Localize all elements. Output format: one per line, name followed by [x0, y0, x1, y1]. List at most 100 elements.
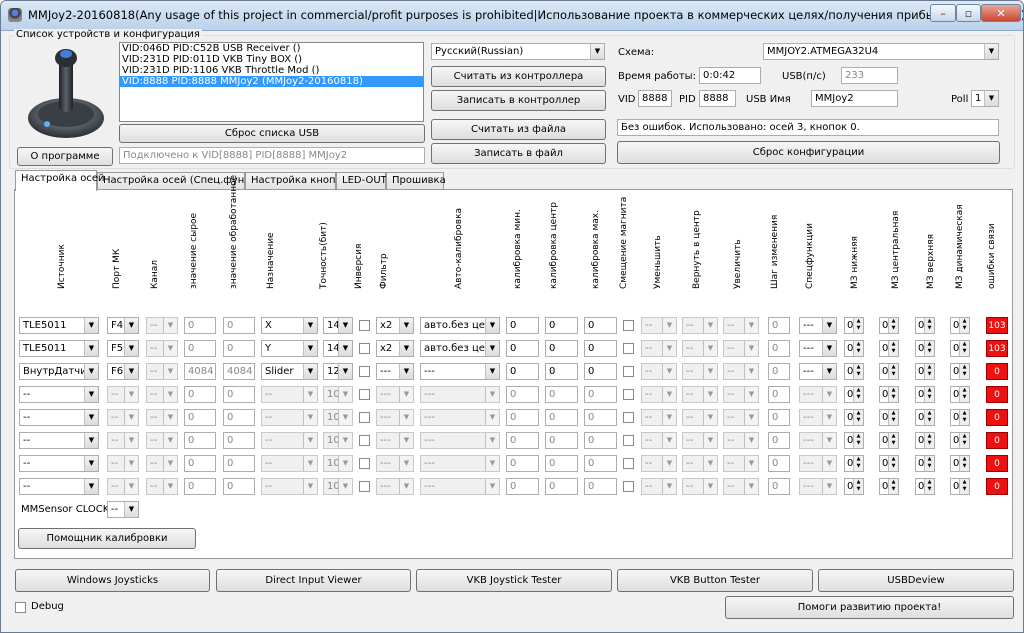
increase-select[interactable]: -- ▼: [723, 340, 759, 357]
port-select[interactable]: -- ▼: [107, 386, 139, 403]
cal-min-field[interactable]: 0: [506, 409, 539, 426]
bits-select[interactable]: 10 ▼: [323, 386, 353, 403]
about-button[interactable]: О программе: [17, 147, 113, 166]
filter-select[interactable]: --- ▼: [376, 409, 414, 426]
raw-value-field[interactable]: 0: [184, 455, 216, 472]
spinner-arrows-icon[interactable]: ▲ ▼: [888, 387, 898, 402]
step-field[interactable]: 0: [768, 478, 790, 495]
port-select[interactable]: -- ▼: [107, 409, 139, 426]
spec-function-select[interactable]: --- ▼: [799, 386, 837, 403]
raw-value-field[interactable]: 4084: [184, 363, 216, 380]
cal-min-field[interactable]: 0: [506, 432, 539, 449]
spinner-arrows-icon[interactable]: ▲ ▼: [853, 318, 863, 333]
channel-select[interactable]: -- ▼: [146, 386, 178, 403]
close-button[interactable]: ✕: [981, 4, 1021, 22]
spinner-arrows-icon[interactable]: ▲ ▼: [888, 410, 898, 425]
reset-usb-list-button[interactable]: Сброс списка USB: [119, 124, 425, 143]
source-select[interactable]: TLE5011 ▼: [19, 317, 99, 334]
source-select[interactable]: ВнутрДатчик ▼: [19, 363, 99, 380]
support-project-button[interactable]: Помоги развитию проекта!: [725, 596, 1014, 619]
deadzone-upper-spinner[interactable]: 0 ▲ ▼: [915, 455, 935, 472]
reduce-select[interactable]: -- ▼: [641, 409, 677, 426]
device-list-item[interactable]: VID:231D PID:1106 VKB Throttle Mod (): [120, 65, 423, 76]
cal-max-field[interactable]: 0: [584, 363, 617, 380]
source-select[interactable]: -- ▼: [19, 386, 99, 403]
center-select[interactable]: -- ▼: [682, 317, 718, 334]
spinner-arrows-icon[interactable]: ▲ ▼: [924, 410, 934, 425]
step-field[interactable]: 0: [768, 317, 790, 334]
deadzone-center-spinner[interactable]: 0 ▲ ▼: [879, 478, 899, 495]
magnet-offset-checkbox[interactable]: [623, 343, 634, 354]
port-select[interactable]: F6 ▼: [107, 363, 139, 380]
cal-max-field[interactable]: 0: [584, 317, 617, 334]
cal-min-field[interactable]: 0: [506, 386, 539, 403]
port-select[interactable]: -- ▼: [107, 432, 139, 449]
usbdeview-button[interactable]: USBDeview: [818, 569, 1014, 592]
increase-select[interactable]: -- ▼: [723, 478, 759, 495]
spinner-arrows-icon[interactable]: ▲ ▼: [924, 387, 934, 402]
invert-checkbox[interactable]: [359, 389, 370, 400]
vkb-button-tester-button[interactable]: VKB Button Tester: [617, 569, 813, 592]
maximize-button[interactable]: ▫: [956, 4, 981, 22]
channel-select[interactable]: -- ▼: [146, 340, 178, 357]
autocal-select[interactable]: --- ▼: [420, 386, 500, 403]
reduce-select[interactable]: -- ▼: [641, 363, 677, 380]
increase-select[interactable]: -- ▼: [723, 455, 759, 472]
spinner-arrows-icon[interactable]: ▲ ▼: [959, 456, 969, 471]
deadzone-dynamic-spinner[interactable]: 0 ▲ ▼: [950, 409, 970, 426]
target-select[interactable]: -- ▼: [261, 478, 318, 495]
filter-select[interactable]: --- ▼: [376, 432, 414, 449]
invert-checkbox[interactable]: [359, 412, 370, 423]
spinner-arrows-icon[interactable]: ▲ ▼: [888, 318, 898, 333]
deadzone-dynamic-spinner[interactable]: 0 ▲ ▼: [950, 317, 970, 334]
tab-buttons[interactable]: Настройка кнопок: [245, 172, 348, 190]
deadzone-dynamic-spinner[interactable]: 0 ▲ ▼: [950, 363, 970, 380]
spinner-arrows-icon[interactable]: ▲ ▼: [924, 433, 934, 448]
bits-select[interactable]: 14 ▼: [323, 340, 353, 357]
invert-checkbox[interactable]: [359, 366, 370, 377]
autocal-select[interactable]: авто.без центр ▼: [420, 340, 500, 357]
center-select[interactable]: -- ▼: [682, 478, 718, 495]
direct-input-viewer-button[interactable]: Direct Input Viewer: [216, 569, 411, 592]
autocal-select[interactable]: --- ▼: [420, 432, 500, 449]
deadzone-upper-spinner[interactable]: 0 ▲ ▼: [915, 432, 935, 449]
write-file-button[interactable]: Записать в файл: [431, 143, 606, 164]
spec-function-select[interactable]: --- ▼: [799, 340, 837, 357]
step-field[interactable]: 0: [768, 363, 790, 380]
bits-select[interactable]: 10 ▼: [323, 455, 353, 472]
autocal-select[interactable]: --- ▼: [420, 363, 500, 380]
device-list-item[interactable]: VID:046D PID:C52B USB Receiver (): [120, 43, 423, 54]
debug-checkbox[interactable]: [15, 602, 26, 613]
bits-select[interactable]: 10 ▼: [323, 478, 353, 495]
spec-function-select[interactable]: --- ▼: [799, 432, 837, 449]
processed-value-field[interactable]: 0: [223, 455, 255, 472]
device-list-item[interactable]: VID:231D PID:011D VKB Tiny BOX (): [120, 54, 423, 65]
spinner-arrows-icon[interactable]: ▲ ▼: [853, 479, 863, 494]
increase-select[interactable]: -- ▼: [723, 317, 759, 334]
reduce-select[interactable]: -- ▼: [641, 340, 677, 357]
reset-config-button[interactable]: Сброс конфигурации: [617, 141, 1000, 164]
autocal-select[interactable]: авто.без центр ▼: [420, 317, 500, 334]
cal-max-field[interactable]: 0: [584, 478, 617, 495]
filter-select[interactable]: --- ▼: [376, 363, 414, 380]
deadzone-dynamic-spinner[interactable]: 0 ▲ ▼: [950, 340, 970, 357]
deadzone-upper-spinner[interactable]: 0 ▲ ▼: [915, 386, 935, 403]
deadzone-center-spinner[interactable]: 0 ▲ ▼: [879, 340, 899, 357]
step-field[interactable]: 0: [768, 455, 790, 472]
magnet-offset-checkbox[interactable]: [623, 366, 634, 377]
deadzone-center-spinner[interactable]: 0 ▲ ▼: [879, 455, 899, 472]
tab-firmware[interactable]: Прошивка: [386, 172, 446, 190]
center-select[interactable]: -- ▼: [682, 455, 718, 472]
filter-select[interactable]: x2 ▼: [376, 340, 414, 357]
spec-function-select[interactable]: --- ▼: [799, 478, 837, 495]
port-select[interactable]: -- ▼: [107, 478, 139, 495]
reduce-select[interactable]: -- ▼: [641, 478, 677, 495]
step-field[interactable]: 0: [768, 340, 790, 357]
spinner-arrows-icon[interactable]: ▲ ▼: [853, 433, 863, 448]
magnet-offset-checkbox[interactable]: [623, 389, 634, 400]
spinner-arrows-icon[interactable]: ▲ ▼: [959, 387, 969, 402]
cal-center-field[interactable]: 0: [545, 455, 578, 472]
port-select[interactable]: -- ▼: [107, 455, 139, 472]
usb-name-field[interactable]: MMJoy2: [811, 90, 898, 107]
deadzone-dynamic-spinner[interactable]: 0 ▲ ▼: [950, 432, 970, 449]
